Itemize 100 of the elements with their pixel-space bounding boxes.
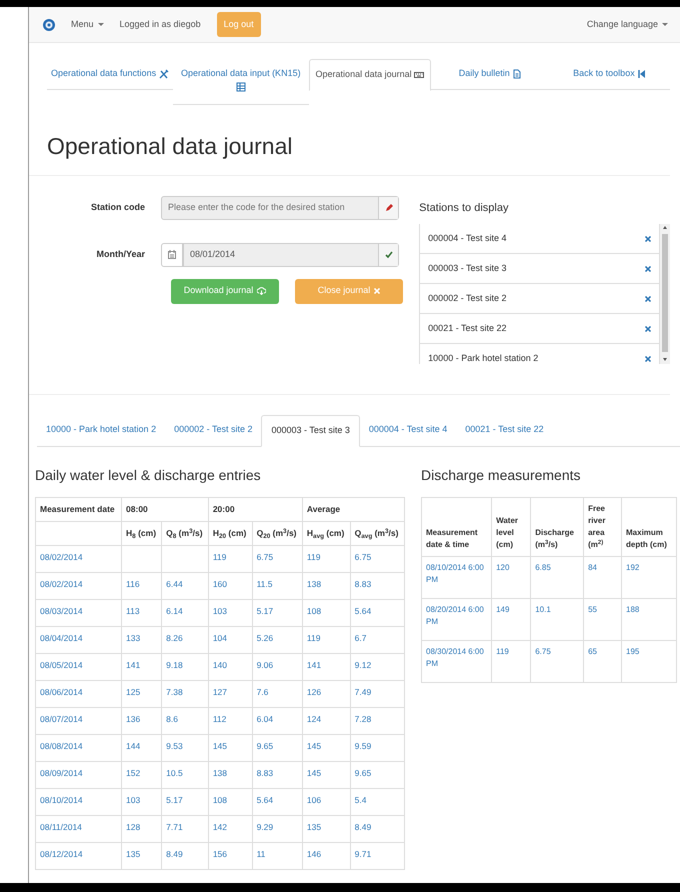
station-code-input-group[interactable]: Please enter the code for the desired station — [161, 196, 399, 220]
close-icon — [645, 326, 651, 332]
table-cell: 138 — [212, 768, 228, 778]
column-header: Discharge (m$^{3}$/s) — [530, 498, 584, 557]
table-cell: 152 — [126, 768, 140, 778]
date-field[interactable]: 08/01/2014 — [184, 244, 378, 266]
logged-in-text: Logged in as diegob — [120, 18, 201, 31]
table-cell: 5.17 — [166, 794, 183, 805]
table-cell: 08/12/2014 — [40, 848, 83, 859]
table-cell: 08/02/2014 — [40, 552, 83, 562]
table-cell: 142 — [212, 822, 228, 832]
station-name: 10000 - Park hotel station 2 — [428, 352, 538, 364]
table-cell: 127 — [212, 686, 228, 697]
table-cell: 6.44 — [166, 578, 183, 589]
table-cell: 5.64 — [354, 606, 372, 616]
remove-button[interactable] — [645, 356, 651, 362]
table-cell: 9.29 — [256, 822, 274, 832]
section-title: Discharge measurements — [421, 466, 582, 484]
station-code-field[interactable]: Please enter the code for the desired station — [162, 196, 378, 219]
table-cell: 6.75 — [535, 647, 551, 656]
table-cell: 6.75 — [256, 552, 274, 562]
download-button[interactable]: Download journal — [171, 278, 279, 304]
table-cell: 08/02/2014 — [40, 578, 83, 589]
nav-tab[interactable]: Operational data functions — [47, 59, 173, 90]
table-cell: 8.49 — [166, 848, 183, 859]
table-cell: 120 — [496, 563, 510, 572]
table-cell: 104 — [212, 632, 228, 643]
remove-button[interactable] — [645, 266, 651, 272]
table-cell: 6.04 — [256, 714, 274, 724]
table-cell: 133 — [126, 632, 140, 643]
table-cell: 9.71 — [354, 848, 372, 859]
table-icon — [236, 82, 246, 92]
table-cell: 9.65 — [256, 740, 274, 751]
table-cell: 141 — [306, 660, 322, 670]
table-cell: 08/08/2014 — [40, 740, 83, 751]
table-cell: 5.64 — [256, 794, 274, 805]
table-cell: 9.53 — [166, 740, 183, 751]
nav-tab[interactable]: Operational data journal — [309, 59, 431, 90]
column-header: 08:00 — [122, 498, 208, 522]
remove-button[interactable] — [645, 326, 651, 332]
table-cell: 128 — [126, 822, 140, 832]
station-name: 000003 - Test site 3 — [428, 262, 507, 275]
station-tab[interactable]: 10000 - Park hotel station 2 — [37, 415, 166, 447]
table-cell: 108 — [212, 794, 228, 805]
column-header: 20:00 — [208, 498, 302, 522]
table-cell: 08/10/2014 — [40, 794, 83, 805]
table-cell: 7.6 — [256, 686, 268, 697]
table-cell: 145 — [212, 740, 228, 751]
table-cell: 140 — [212, 660, 228, 670]
document-icon — [512, 68, 522, 79]
table-cell: 55 — [588, 605, 597, 614]
date-input-group[interactable]: 08/01/2014 — [183, 242, 399, 267]
table-cell: 113 — [126, 606, 140, 616]
table-cell: 65 — [588, 647, 597, 656]
nav-tab[interactable]: Operational data input (KN15) — [172, 59, 309, 105]
column-header: Q$_{20}$ (m$^{3}$/s) — [252, 522, 302, 546]
field-label: Month/Year — [95, 248, 146, 261]
close-icon — [645, 236, 651, 242]
table-cell: 195 — [626, 647, 640, 656]
table-cell: 10.1 — [535, 605, 551, 614]
station-tab[interactable]: 000004 - Test site 4 — [360, 415, 456, 447]
table-cell: 08/03/2014 — [40, 606, 83, 616]
column-header: H$_{8}$ (cm) — [122, 522, 162, 546]
table-cell: 112 — [212, 714, 226, 724]
calendar-button[interactable] — [161, 242, 183, 267]
menu-dropdown[interactable]: Menu — [71, 18, 104, 32]
section-title: Daily water level & discharge entries — [35, 466, 262, 484]
language-dropdown[interactable]: Change language — [586, 18, 668, 32]
cloud-download-icon — [257, 287, 266, 296]
table-cell: 7.28 — [354, 714, 372, 724]
remove-button[interactable] — [645, 296, 651, 302]
table-cell: 84 — [588, 563, 597, 572]
table-cell: 136 — [126, 714, 140, 724]
column-header: Average — [302, 498, 404, 522]
table-cell: 08/07/2014 — [40, 714, 83, 724]
table-cell: 106 — [306, 794, 322, 805]
remove-button[interactable] — [645, 236, 651, 242]
table-cell: 08/10/2014 6:00 PM — [426, 563, 484, 584]
table-cell: 8.6 — [166, 714, 178, 724]
table-cell: 145 — [306, 768, 322, 778]
table-cell: 8.83 — [354, 578, 372, 589]
station-name: 000004 - Test site 4 — [428, 232, 507, 245]
table-cell: 08/30/2014 6:00 PM — [426, 647, 484, 668]
close-icon — [645, 266, 651, 272]
column-header: H$_{avg}$ (cm) — [302, 522, 350, 546]
station-tab[interactable]: 000003 - Test site 3 — [261, 415, 360, 447]
nav-tab[interactable]: Daily bulletin — [430, 59, 550, 90]
table-cell: 145 — [306, 740, 322, 751]
caret-icon — [662, 23, 668, 26]
table-cell: 7.38 — [166, 686, 183, 697]
station-tab[interactable]: 00021 - Test site 22 — [456, 415, 553, 447]
table-cell: 9.59 — [354, 740, 372, 751]
table-cell: 10.5 — [166, 768, 183, 778]
nav-tab[interactable]: Back to toolbox — [550, 59, 670, 90]
column-header: Q$_{avg}$ (m$^{3}$/s) — [350, 522, 404, 546]
field-label: Station code — [90, 200, 146, 214]
close-icon — [645, 296, 651, 302]
check-icon — [384, 250, 392, 259]
station-tab[interactable]: 000002 - Test site 2 — [165, 415, 262, 447]
page-title: Operational data journal — [29, 105, 670, 176]
